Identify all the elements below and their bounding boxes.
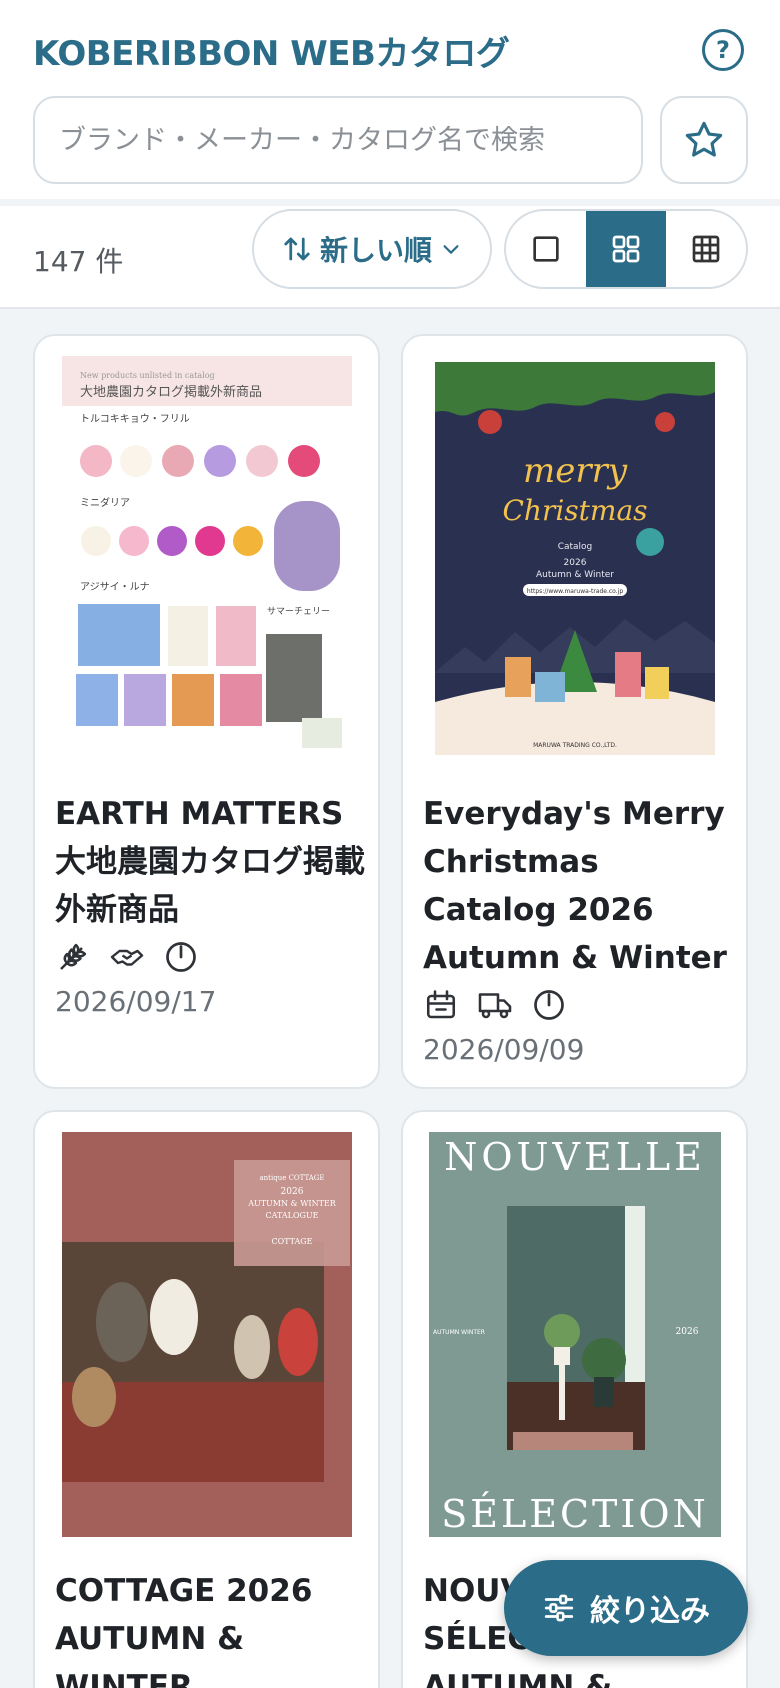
cover-section: サマーチェリー xyxy=(267,606,330,617)
catalog-cover: antique COTTAGE 2026 AUTUMN & WINTER CAT… xyxy=(62,1132,352,1537)
view-single-button[interactable] xyxy=(506,211,586,287)
cover-logo: COTTAGE xyxy=(271,1237,312,1246)
cover-line: CATALOGUE xyxy=(266,1211,319,1220)
filter-label: 絞り込み xyxy=(590,1594,710,1629)
cover-bottom: SÉLECTION xyxy=(441,1492,709,1536)
cover-section: ミニダリア xyxy=(80,496,130,509)
grid-2x2-icon xyxy=(612,235,640,263)
star-icon xyxy=(685,121,723,157)
sort-label: 新しい順 xyxy=(319,234,432,267)
truck-icon xyxy=(478,993,512,1019)
view-grid-2-button[interactable] xyxy=(586,211,666,287)
catalog-title: EARTH MATTERS 大地農園カタログ掲載外新商品 xyxy=(55,796,365,928)
catalog-cover: merry Christmas Catalog 2026 Autumn & Wi… xyxy=(435,362,715,755)
cover-small-heading: New products unlisted in catalog xyxy=(80,371,215,380)
catalog-cover-art: NOUVELLE AUTUMN WINTER 2026 SÉLECTION xyxy=(429,1132,721,1537)
catalog-date: 2026/09/17 xyxy=(55,985,217,1018)
result-count: 147 件 xyxy=(33,245,124,278)
chevron-down-icon xyxy=(443,245,459,254)
help-icon: ? xyxy=(716,36,730,64)
catalog-cover: New products unlisted in catalog 大地農園カタロ… xyxy=(62,356,352,754)
catalog-date: 2026/09/09 xyxy=(423,1033,585,1066)
catalog-card[interactable]: merry Christmas Catalog 2026 Autumn & Wi… xyxy=(401,334,748,1089)
handshake-icon xyxy=(110,949,144,966)
search-box[interactable] xyxy=(33,96,643,184)
catalog-card[interactable]: New products unlisted in catalog 大地農園カタロ… xyxy=(33,334,380,1089)
catalog-card[interactable]: antique COTTAGE 2026 AUTUMN & WINTER CAT… xyxy=(33,1110,380,1688)
cover-section: アジサイ・ルナ xyxy=(80,581,150,593)
catalog-cover: NOUVELLE AUTUMN WINTER 2026 SÉLECTION xyxy=(429,1132,721,1537)
favorites-button[interactable] xyxy=(660,96,748,184)
catalog-cover-art: antique COTTAGE 2026 AUTUMN & WINTER CAT… xyxy=(62,1132,352,1537)
toolbar: 147 件 新しい順 xyxy=(0,206,780,309)
view-grid-3-button[interactable] xyxy=(666,211,746,287)
sort-arrows-icon xyxy=(284,237,310,261)
wheat-icon xyxy=(60,943,87,970)
view-toggle xyxy=(504,209,748,289)
search-input[interactable] xyxy=(59,124,641,156)
help-button[interactable]: ? xyxy=(702,29,744,71)
app-title: KOBERIBBON WEBカタログ xyxy=(33,34,510,74)
cover-section: トルコキキョウ・フリル xyxy=(80,413,190,425)
cover-year: 2026 xyxy=(281,1187,304,1197)
cover-sub: Catalog xyxy=(558,542,593,552)
catalog-title: Everyday's Merry Christmas Catalog 2026 … xyxy=(423,796,727,976)
catalog-feature-icons xyxy=(423,987,567,1023)
cover-script: merry xyxy=(523,451,628,491)
cover-top: NOUVELLE xyxy=(444,1135,706,1179)
cover-side: AUTUMN WINTER xyxy=(433,1329,485,1336)
cover-footer: MARUWA TRADING CO.,LTD. xyxy=(533,742,617,749)
cover-line: AUTUMN & WINTER xyxy=(247,1199,337,1208)
cover-script: Christmas xyxy=(502,494,647,527)
cover-url: https://www.maruwa-trade.co.jp xyxy=(527,588,623,595)
header: KOBERIBBON WEBカタログ ? xyxy=(0,0,780,199)
grid-3x3-icon xyxy=(692,235,720,263)
catalog-cover-art: merry Christmas Catalog 2026 Autumn & Wi… xyxy=(435,362,715,755)
cover-year: 2026 xyxy=(564,558,587,568)
cover-side: 2026 xyxy=(676,1327,699,1337)
catalog-cover-art: New products unlisted in catalog 大地農園カタロ… xyxy=(62,356,352,748)
cover-brand: antique COTTAGE xyxy=(259,1174,324,1182)
catalog-title: COTTAGE 2026 AUTUMN & WINTER xyxy=(55,1573,313,1688)
cover-season: Autumn & Winter xyxy=(536,570,614,580)
sliders-icon xyxy=(544,1594,574,1622)
catalog-feature-icons xyxy=(55,939,199,975)
clock-icon xyxy=(166,942,196,972)
calendar-box-icon xyxy=(426,990,456,1019)
filter-button[interactable]: 絞り込み xyxy=(504,1560,748,1656)
single-square-icon xyxy=(533,236,559,262)
clock-icon xyxy=(534,990,564,1020)
sort-button[interactable]: 新しい順 xyxy=(252,209,492,289)
cover-heading: 大地農園カタログ掲載外新商品 xyxy=(80,384,262,400)
